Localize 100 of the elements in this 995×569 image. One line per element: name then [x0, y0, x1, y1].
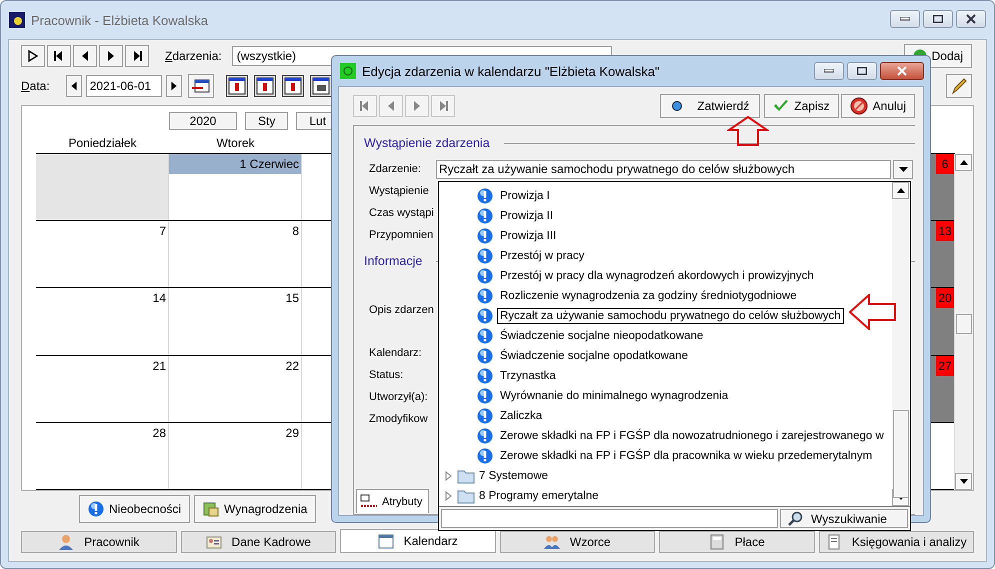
list-item[interactable]: Przestój w pracy: [477, 246, 588, 266]
scrollbar[interactable]: [892, 182, 910, 506]
info-icon: [477, 308, 493, 324]
tab[interactable]: Wzorce: [500, 531, 655, 553]
pointer-arrow: [727, 116, 769, 146]
search-field[interactable]: [441, 509, 778, 528]
maximize-icon: [857, 67, 867, 75]
tab[interactable]: Pracownik: [21, 531, 176, 553]
search-button[interactable]: Wyszukiwanie: [780, 509, 908, 528]
day-cell[interactable]: [36, 154, 169, 220]
minimize-button[interactable]: [890, 10, 920, 28]
go-to-date-button[interactable]: [188, 74, 214, 98]
search-icon: [787, 510, 803, 526]
day-number: 15: [286, 291, 299, 306]
save-button[interactable]: Zapisz: [764, 94, 839, 118]
section-title: Informacje: [364, 254, 422, 268]
list-item[interactable]: Trzynastka: [477, 366, 559, 386]
close-button[interactable]: [880, 62, 924, 80]
filter-label: Zdarzenia:: [165, 49, 222, 63]
day-number: 22: [286, 358, 299, 373]
play-icon: [26, 49, 40, 63]
scrollbar[interactable]: [954, 154, 973, 490]
weekday-header: Poniedziałek: [67, 136, 138, 150]
scroll-up-icon: [896, 188, 904, 193]
tab[interactable]: Dane Kadrowe: [180, 531, 336, 553]
list-item[interactable]: Prowizja III: [477, 226, 560, 246]
date-field[interactable]: 2021-06-01: [86, 75, 162, 97]
next-date-button[interactable]: [166, 75, 182, 97]
section-button[interactable]: Wynagrodzenia: [194, 495, 316, 523]
list-item[interactable]: Prowizja I: [477, 186, 553, 206]
list-item[interactable]: Świadczenie socjalne nieopodatkowane: [477, 326, 706, 346]
tab[interactable]: Kalendarz: [340, 529, 496, 553]
scroll-down-icon: [960, 479, 968, 484]
list-item[interactable]: Przestój w pracy dla wynagrodzeń akordowych i prowizyjnych: [477, 266, 817, 286]
list-item[interactable]: Zerowe składki na FP i FGŚP dla pracownika w wieku przedemerytalnym: [477, 446, 876, 466]
last-button[interactable]: [125, 45, 149, 67]
list-item[interactable]: Prowizja II: [477, 206, 556, 226]
info-icon: [477, 248, 493, 264]
scroll-up-icon: [960, 160, 968, 165]
list-item[interactable]: Rozliczenie wynagrodzenia za godziny średniotygodniowe: [477, 286, 800, 306]
expand-icon[interactable]: [443, 471, 453, 481]
weekday-header: Wtorek: [215, 136, 256, 150]
attributes-icon: [360, 494, 378, 510]
tab[interactable]: Atrybuty: [356, 489, 430, 513]
scroll-down-icon: [896, 495, 904, 500]
list-item[interactable]: Świadczenie socjalne opodatkowane: [477, 346, 691, 366]
close-button[interactable]: [956, 10, 986, 28]
info-icon: [477, 288, 493, 304]
month-button[interactable]: Sty: [245, 112, 288, 130]
cancel-button[interactable]: Anuluj: [840, 94, 915, 118]
scrollbar-thumb[interactable]: [956, 314, 972, 334]
info-icon: [477, 368, 493, 384]
scrollbar-thumb[interactable]: [893, 410, 909, 498]
minimize-button[interactable]: [814, 62, 844, 80]
edit-button[interactable]: [946, 74, 972, 98]
calendar-icon[interactable]: [310, 75, 332, 97]
section-button[interactable]: Nieobecności: [79, 495, 190, 523]
id-card-icon: [206, 534, 222, 550]
cancel-icon: [850, 97, 868, 115]
list-item[interactable]: Zaliczka: [477, 406, 546, 426]
info-icon: [477, 348, 493, 364]
tree-item[interactable]: 7 Systemowe: [443, 466, 548, 486]
dialog-title: Edycja zdarzenia w kalendarzu "Elżbieta Kowalska": [362, 64, 660, 78]
list-item[interactable]: Wyrównanie do minimalnego wynagrodzenia: [477, 386, 732, 406]
app-icon: [340, 63, 356, 79]
day-number: 21: [152, 358, 166, 373]
calendar-icon[interactable]: [282, 75, 304, 97]
previous-date-button[interactable]: [66, 75, 82, 97]
calendar-icon[interactable]: [254, 75, 276, 97]
next-button[interactable]: [99, 45, 123, 67]
field-label: Zmodyfikow: [369, 413, 429, 425]
tree-item[interactable]: 8 Programy emerytalne: [443, 486, 599, 506]
first-button[interactable]: [47, 45, 71, 67]
folder-icon: [457, 468, 475, 484]
maximize-button[interactable]: [923, 10, 953, 28]
day-number: 7: [159, 224, 166, 238]
info-icon: [477, 268, 493, 284]
info-icon: [477, 408, 493, 424]
calendar-icon: [378, 533, 394, 549]
confirm-button[interactable]: Zatwierdź: [660, 94, 760, 118]
maximize-button[interactable]: [847, 62, 877, 80]
day-cell[interactable]: 1 Czerwiec: [169, 154, 302, 220]
tab[interactable]: Płace: [659, 531, 814, 553]
dropdown-button[interactable]: [893, 160, 913, 178]
document-icon: [826, 534, 842, 550]
list-item[interactable]: Zerowe składki na FP i FGŚP dla nowozatrudnionego i zarejestrowanego w: [477, 426, 887, 446]
field-label: Przypomnien: [369, 229, 434, 241]
field-label: Wystąpienie: [369, 185, 430, 197]
info-icon: [477, 428, 493, 444]
tab[interactable]: Księgowania i analizy: [818, 531, 974, 553]
year-button[interactable]: 2020: [169, 112, 237, 130]
info-icon: [88, 501, 104, 517]
calendar-icon: [190, 78, 211, 94]
expand-icon[interactable]: [443, 491, 453, 501]
previous-button[interactable]: [73, 45, 97, 67]
calendar-icon[interactable]: [226, 75, 248, 97]
event-field[interactable]: Ryczałt za używanie samochodu prywatnego do celów służbowych: [436, 160, 891, 178]
holiday-number: 13: [936, 221, 954, 242]
day-number: 14: [152, 291, 166, 306]
new-button[interactable]: [21, 45, 45, 67]
